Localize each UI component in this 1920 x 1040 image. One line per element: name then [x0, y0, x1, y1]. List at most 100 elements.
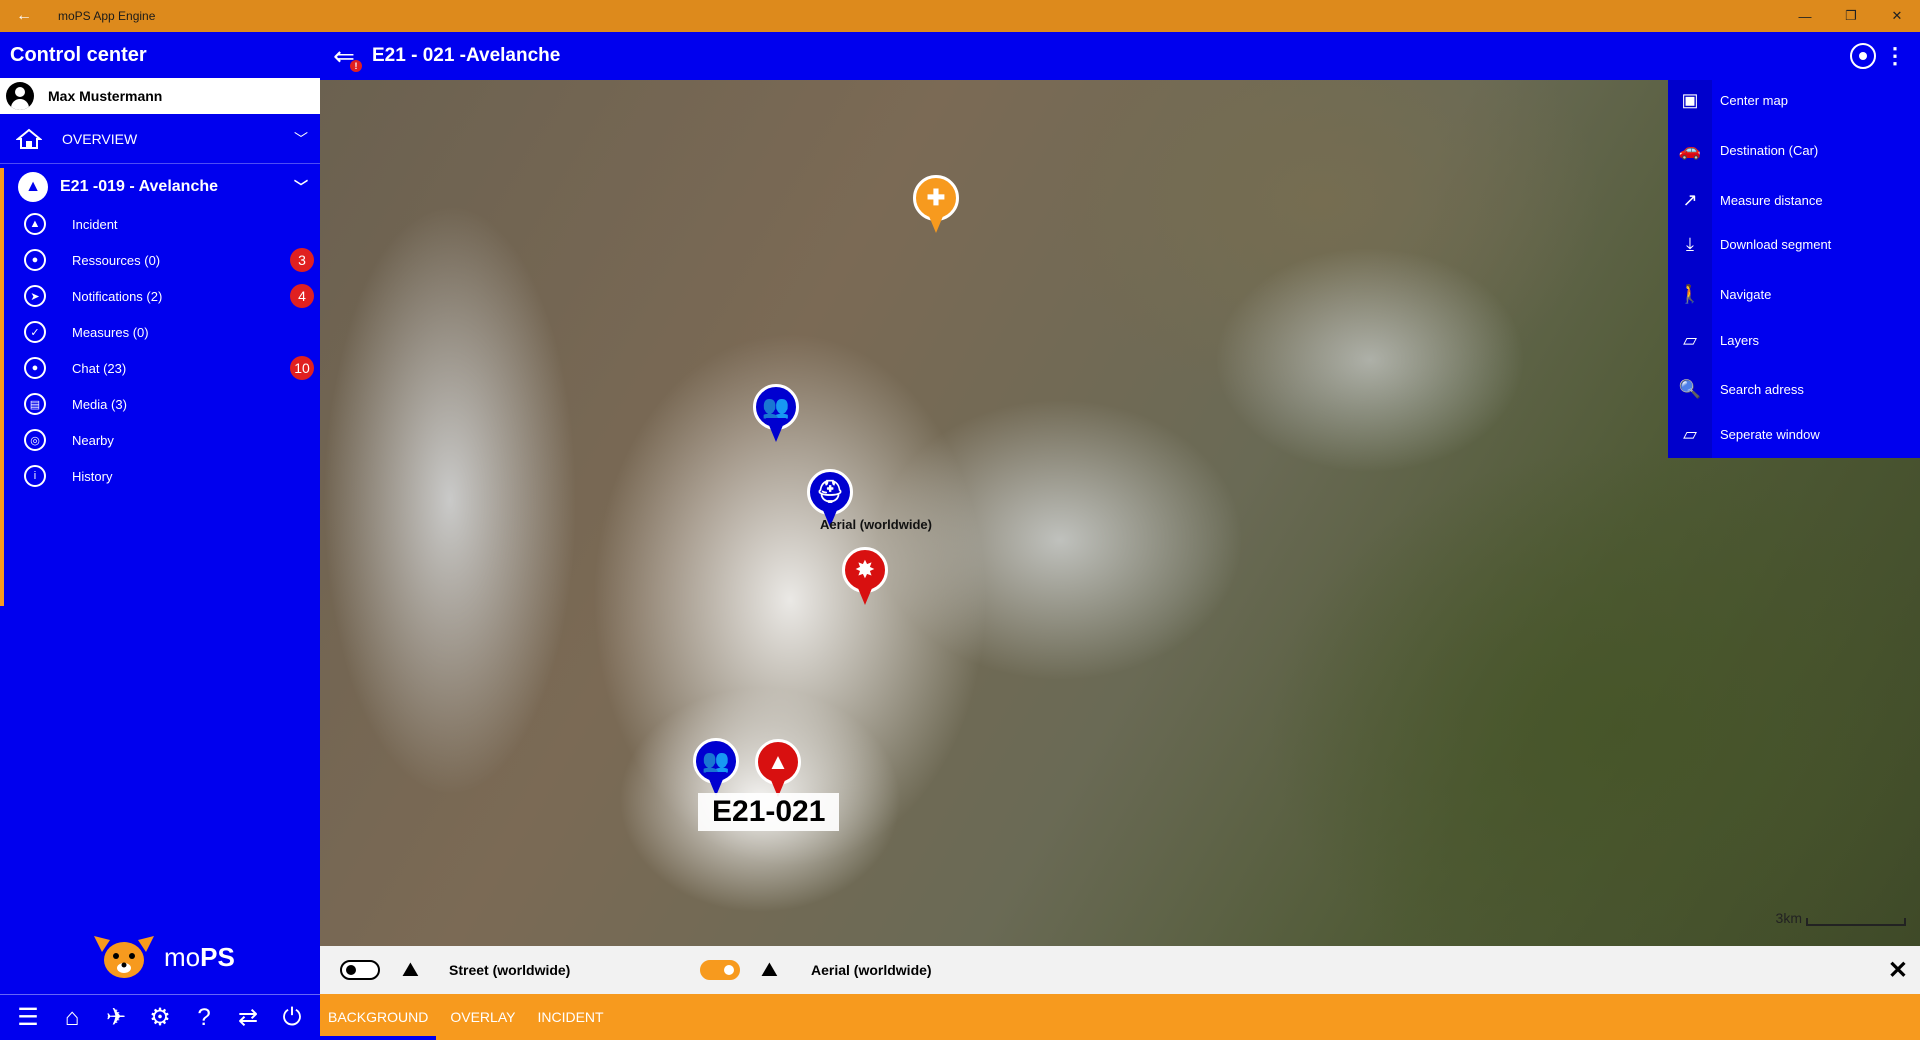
team-pin-icon[interactable]: 👥	[693, 738, 739, 798]
layer-stack-icon: ⛰	[402, 958, 419, 981]
map-scale: 3km	[1776, 910, 1906, 926]
aerial-layer-label: Aerial (worldwide)	[811, 962, 932, 978]
sidebar-item-overview[interactable]: OVERVIEW ﹀	[0, 114, 320, 164]
team-pin-icon[interactable]: 👥	[753, 384, 799, 444]
restore-button[interactable]: ❐	[1828, 0, 1874, 32]
power-icon[interactable]: ⏻	[272, 1004, 312, 1032]
scale-bar	[1806, 918, 1906, 926]
menu-item-layers[interactable]: ▱ Layers	[1668, 320, 1920, 360]
tab-overlay[interactable]: OVERLAY	[442, 994, 523, 1040]
sidebar-item-notifications[interactable]: ➤ Notifications (2) 4	[4, 278, 320, 314]
tab-bar: BACKGROUND OVERLAY INCIDENT	[320, 994, 1920, 1040]
navigation-icon[interactable]: ✈	[96, 1003, 136, 1032]
sidebar-item-label: Ressources (0)	[72, 252, 161, 268]
menu-item-label: Measure distance	[1720, 192, 1823, 208]
close-icon[interactable]: ✕	[1888, 956, 1908, 985]
search-icon: 🔍	[1678, 378, 1702, 399]
hospital-pin-icon[interactable]: ✚	[913, 175, 959, 235]
window-controls: — ❐ ✕	[1782, 0, 1920, 32]
window-icon: ▱	[1683, 423, 1697, 444]
menu-item-center-map[interactable]: ▣ Center map	[1668, 80, 1920, 120]
shuffle-icon[interactable]: ⇄	[228, 1003, 268, 1032]
check-icon: ✓	[24, 321, 46, 343]
sidebar-item-media[interactable]: ▤ Media (3)	[4, 386, 320, 422]
tab-incident[interactable]: INCIDENT	[529, 994, 611, 1040]
top-bar: ⇐ ! E21 - 021 -Avelanche ⋮	[320, 32, 1920, 80]
location-target-icon[interactable]	[1850, 43, 1876, 69]
close-window-button[interactable]: ✕	[1874, 0, 1920, 32]
send-icon: ➤	[24, 285, 46, 307]
sidebar-item-label: Measures (0)	[72, 324, 149, 340]
sidebar-incident-header[interactable]: ▲ E21 -019 - Avelanche ﹀	[0, 168, 320, 206]
menu-item-label: Navigate	[1720, 286, 1772, 302]
menu-item-label: Layers	[1720, 332, 1760, 348]
menu-item-navigate[interactable]: 🚶 Navigate	[1668, 274, 1920, 314]
sidebar-item-measures[interactable]: ✓ Measures (0)	[4, 314, 320, 350]
window-back-button[interactable]: ←	[0, 0, 48, 32]
sidebar-item-label: Chat (23)	[72, 360, 127, 376]
map-layer-label: Aerial (worldwide)	[820, 517, 932, 532]
bottom-nav: ☰ ⌂ ✈ ⚙ ? ⇄ ⏻	[0, 994, 320, 1040]
window-title: moPS App Engine	[58, 9, 156, 23]
user-name: Max Mustermann	[48, 88, 163, 104]
info-icon: i	[24, 465, 46, 487]
badge-count: 3	[290, 248, 314, 272]
home-icon	[16, 128, 42, 149]
overview-label: OVERVIEW	[62, 130, 138, 147]
chevron-down-icon[interactable]: ﹀	[294, 177, 308, 197]
incident-bell-pin-icon[interactable]: ▲	[755, 739, 801, 799]
user-row[interactable]: Max Mustermann	[0, 78, 320, 114]
map-context-menu: ▣ Center map 🚗 Destination (Car) ↗ Measu…	[1668, 80, 1920, 458]
home-icon[interactable]: ⌂	[52, 1004, 92, 1032]
sidebar-item-incident[interactable]: ▲ Incident	[4, 206, 320, 242]
menu-item-label: Search adress	[1720, 381, 1804, 397]
car-icon: 🚗	[1678, 139, 1702, 160]
aerial-layer-toggle[interactable]	[700, 960, 740, 980]
sidebar-item-chat[interactable]: ● Chat (23) 10	[4, 350, 320, 386]
title-bar: ← moPS App Engine — ❐ ✕	[0, 0, 1920, 32]
sidebar-item-history[interactable]: i History	[4, 458, 320, 494]
layer-panel: ⛰ Street (worldwide) ⛰ Aerial (worldwide…	[320, 946, 1920, 994]
avatar-icon	[6, 82, 34, 110]
settings-icon[interactable]: ⚙	[140, 1003, 180, 1032]
menu-item-destination-car[interactable]: 🚗 Destination (Car)	[1668, 130, 1920, 170]
mops-logo: moPS	[88, 930, 235, 984]
hazard-pin-icon[interactable]: ✸	[842, 547, 888, 607]
bell-icon: ▲	[24, 213, 46, 235]
street-layer-toggle[interactable]	[340, 960, 380, 980]
sidebar-item-label: Nearby	[72, 432, 114, 448]
menu-item-label: Download segment	[1720, 236, 1832, 252]
more-vertical-icon[interactable]: ⋮	[1884, 43, 1906, 69]
badge-count: 4	[290, 284, 314, 308]
menu-item-seperate-window[interactable]: ▱ Seperate window	[1668, 414, 1920, 454]
sidebar-item-label: Media (3)	[72, 396, 127, 412]
menu-item-search-adress[interactable]: 🔍 Search adress	[1668, 369, 1920, 409]
logo-text: moPS	[164, 941, 235, 972]
layer-stack-icon: ⛰	[761, 958, 778, 981]
back-button[interactable]: ⇐ !	[326, 38, 362, 74]
alert-badge: !	[350, 60, 362, 72]
sidebar-item-label: History	[72, 468, 113, 484]
street-layer-label: Street (worldwide)	[449, 962, 571, 978]
menu-item-measure-distance[interactable]: ↗ Measure distance	[1668, 180, 1920, 220]
sidebar-title: Control center	[10, 43, 147, 66]
center-map-icon: ▣	[1681, 89, 1699, 110]
media-icon: ▤	[24, 393, 46, 415]
walk-icon: 🚶	[1678, 283, 1702, 304]
sidebar-item-nearby[interactable]: ◎ Nearby	[4, 422, 320, 458]
incident-submenu: ▲ Incident ● Ressources (0) 3 ➤ Notifica…	[0, 206, 320, 606]
menu-icon[interactable]: ☰	[8, 1003, 48, 1032]
help-icon[interactable]: ?	[184, 1004, 224, 1032]
tab-background[interactable]: BACKGROUND	[320, 994, 437, 1040]
sidebar-item-label: Notifications (2)	[72, 288, 163, 304]
minimize-button[interactable]: —	[1782, 0, 1828, 32]
sidebar-item-ressources[interactable]: ● Ressources (0) 3	[4, 242, 320, 278]
menu-item-label: Center map	[1720, 92, 1788, 108]
menu-item-download-segment[interactable]: ⤓ Download segment	[1668, 224, 1920, 264]
incident-map-label: E21-021	[698, 793, 840, 831]
chevron-down-icon[interactable]: ﹀	[294, 129, 308, 149]
incident-bell-icon: ▲	[18, 172, 48, 202]
incident-header-label: E21 -019 - Avelanche	[60, 178, 219, 195]
resources-icon: ●	[24, 249, 46, 271]
layers-icon: ▱	[1683, 329, 1697, 350]
